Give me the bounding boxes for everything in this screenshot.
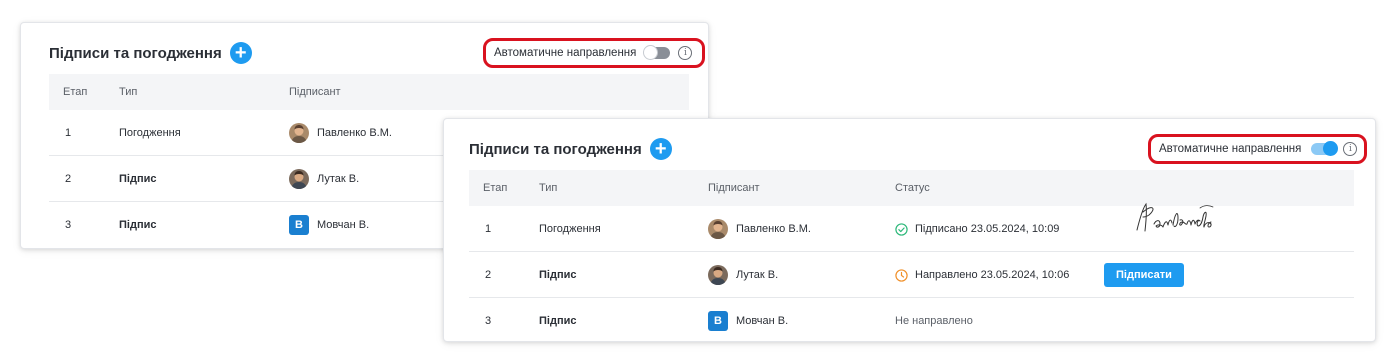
column-type: Тип <box>119 86 138 98</box>
auto-route-label: Автоматичне направлення <box>1159 143 1302 155</box>
table-row: 1 Погодження Павленко В.М. Підписано 23.… <box>469 202 1354 252</box>
info-icon[interactable]: i <box>1343 142 1358 156</box>
panel-header: Підписи та погодження + <box>469 137 672 161</box>
signer-cell: В Мовчан В. <box>289 202 369 248</box>
status-cell: Підписано 23.05.2024, 10:09 <box>895 206 1059 252</box>
column-signer: Підписант <box>289 86 341 98</box>
avatar <box>708 265 728 285</box>
type-cell: Підпис <box>119 219 157 231</box>
type-cell: Підпис <box>539 315 577 327</box>
panel-title: Підписи та погодження <box>469 140 642 158</box>
auto-route-setting: Автоматичне направлення i <box>1148 134 1367 164</box>
type-cell: Погодження <box>539 223 601 235</box>
column-type: Тип <box>539 182 558 194</box>
info-icon[interactable]: i <box>678 46 693 60</box>
stage-cell: 3 <box>65 219 72 231</box>
auto-route-toggle[interactable] <box>643 45 671 60</box>
stage-cell: 2 <box>65 173 72 185</box>
avatar: В <box>708 311 728 331</box>
signer-cell: Лутак В. <box>289 156 359 202</box>
type-cell: Підпис <box>119 173 157 185</box>
action-cell: Підписати <box>1104 252 1184 298</box>
stage-cell: 2 <box>485 269 492 281</box>
status-text: Підписано 23.05.2024, 10:09 <box>915 223 1060 235</box>
status-text: Направлено 23.05.2024, 10:06 <box>915 269 1070 281</box>
signer-cell: Лутак В. <box>708 252 778 298</box>
signer-cell: Павленко В.М. <box>289 110 392 156</box>
add-signer-button[interactable]: + <box>229 42 252 64</box>
clock-icon <box>895 268 908 282</box>
table-row: 3 Підпис В Мовчан В. Не направлено <box>469 298 1354 341</box>
signer-cell: Павленко В.М. <box>708 206 811 252</box>
toggle-knob <box>1323 141 1339 156</box>
auto-route-label: Автоматичне направлення <box>494 47 637 59</box>
signer-name: Павленко В.М. <box>317 127 392 139</box>
column-stage: Етап <box>483 182 508 194</box>
avatar <box>289 169 309 189</box>
panel-title: Підписи та погодження <box>49 44 222 62</box>
auto-route-setting: Автоматичне направлення i <box>483 38 705 68</box>
avatar <box>289 123 309 143</box>
signer-name: Павленко В.М. <box>736 223 811 235</box>
status-cell: Направлено 23.05.2024, 10:06 <box>895 252 1069 298</box>
handwritten-signature <box>1136 202 1214 232</box>
panel-header: Підписи та погодження + <box>49 41 252 65</box>
column-status: Статус <box>895 182 930 194</box>
stage-cell: 3 <box>485 315 492 327</box>
avatar <box>708 219 728 239</box>
signer-name: Лутак В. <box>317 173 360 185</box>
add-signer-button[interactable]: + <box>649 138 672 160</box>
column-signer: Підписант <box>708 182 760 194</box>
table-header: Етап Тип Підписант <box>49 74 689 110</box>
status-text: Не направлено <box>895 315 973 327</box>
stage-cell: 1 <box>485 223 492 235</box>
signer-name: Мовчан В. <box>736 315 789 327</box>
check-circle-icon <box>895 222 908 236</box>
table-row: 2 Підпис Лутак В. Направлено 23.05.2024,… <box>469 252 1354 298</box>
type-cell: Підпис <box>539 269 577 281</box>
sign-button[interactable]: Підписати <box>1104 263 1184 287</box>
auto-route-toggle[interactable] <box>1311 141 1339 156</box>
signatures-panel-front: Підписи та погодження + Автоматичне напр… <box>443 118 1376 342</box>
signer-cell: В Мовчан В. <box>708 298 789 341</box>
status-cell: Не направлено <box>895 298 973 341</box>
toggle-knob <box>643 45 659 60</box>
type-cell: Погодження <box>119 127 181 139</box>
stage-cell: 1 <box>65 127 72 139</box>
signer-name: Мовчан В. <box>317 219 370 231</box>
avatar: В <box>289 215 309 235</box>
signer-name: Лутак В. <box>736 269 779 281</box>
column-stage: Етап <box>63 86 88 98</box>
